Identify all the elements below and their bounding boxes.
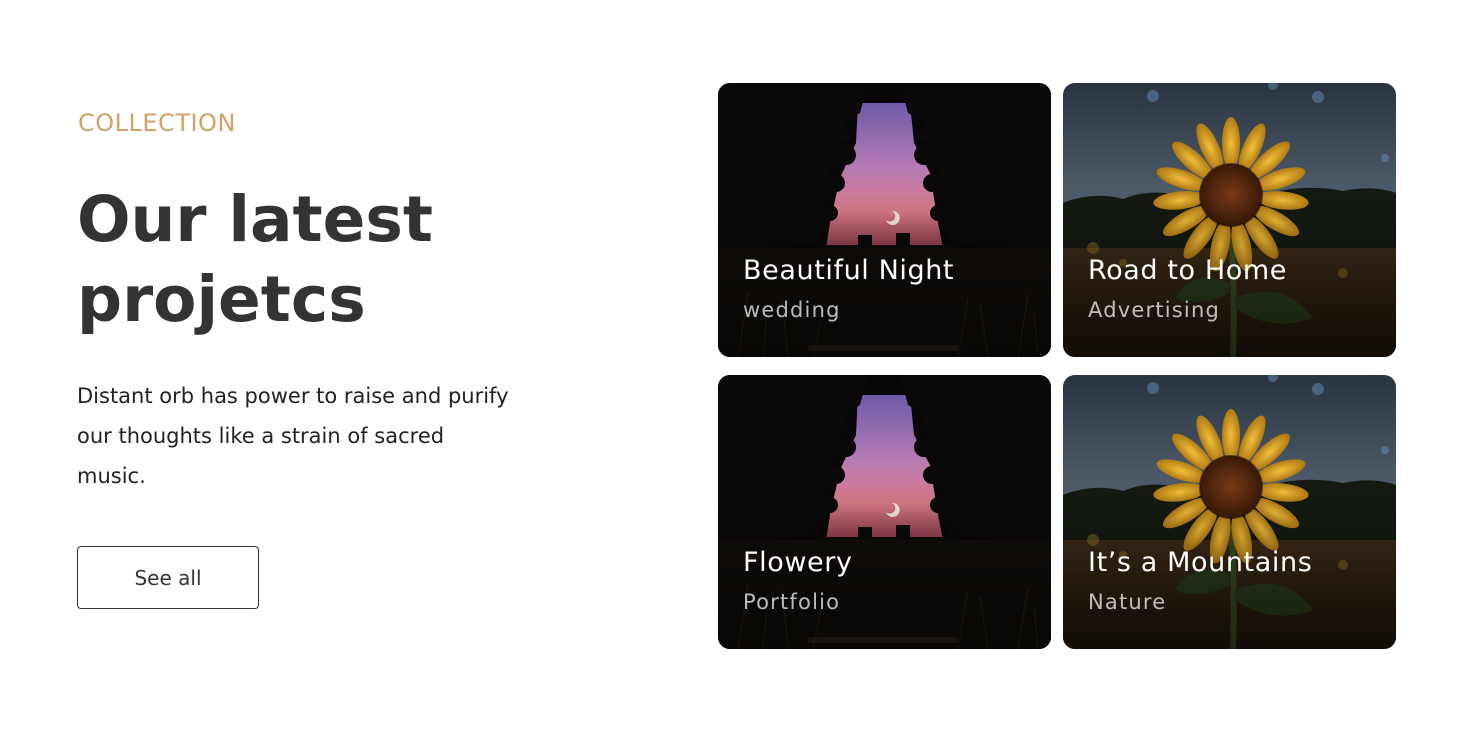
- project-card-beautiful-night[interactable]: Beautiful Night wedding: [718, 83, 1051, 357]
- section-description: Distant orb has power to raise and purif…: [77, 384, 509, 488]
- card-title: Beautiful Night: [743, 255, 955, 286]
- card-category: Nature: [1088, 590, 1167, 614]
- project-card-its-a-mountains[interactable]: It’s a Mountains Nature: [1063, 375, 1396, 649]
- card-title: Flowery: [743, 547, 853, 578]
- see-all-button[interactable]: See all: [77, 546, 259, 609]
- project-card-road-to-home[interactable]: Road to Home Advertising: [1063, 83, 1396, 357]
- card-category: Advertising: [1088, 298, 1220, 322]
- section-title-line-1: Our latest: [77, 183, 433, 256]
- card-title: It’s a Mountains: [1088, 547, 1313, 578]
- project-card-flowery[interactable]: Flowery Portfolio: [718, 375, 1051, 649]
- projects-section: COLLECTION Our latest projetcs Distant o…: [0, 0, 1467, 733]
- card-category: Portfolio: [743, 590, 841, 614]
- card-category: wedding: [743, 298, 841, 322]
- section-eyebrow: COLLECTION: [78, 109, 236, 137]
- card-title: Road to Home: [1088, 255, 1287, 286]
- section-title-line-2: projetcs: [77, 263, 366, 336]
- section-title: Our latest projetcs: [77, 180, 537, 340]
